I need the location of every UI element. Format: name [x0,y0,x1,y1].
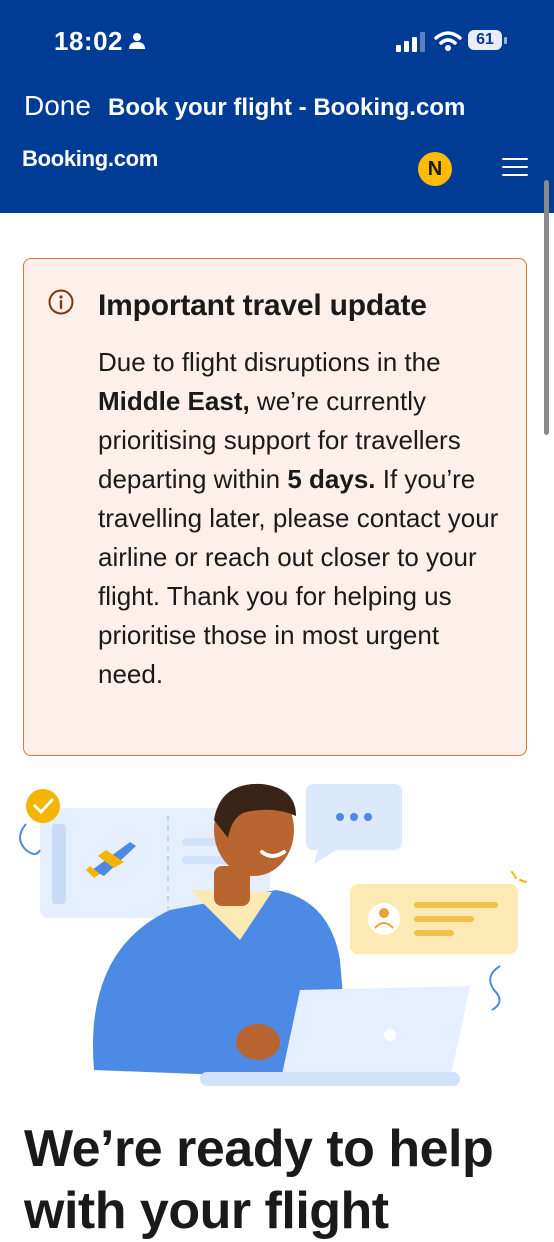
battery-tip [504,37,507,44]
browser-bar: Done Book your flight - Booking.com [0,78,554,134]
chat-bubble-icon [306,784,402,864]
alert-title: Important travel update [98,289,427,322]
status-bar: 18:02 61 [0,0,554,78]
done-button[interactable]: Done [24,90,91,122]
profile-card-icon [350,884,518,954]
alert-text: If you’re travelling later, please conta… [98,464,499,689]
alert-body: Due to flight disruptions in the Middle … [98,343,508,694]
info-icon [48,289,74,315]
page-title: Book your flight - Booking.com [108,94,466,121]
travel-update-alert: Important travel update Due to flight di… [23,258,527,756]
support-agent-illustration [19,783,527,1086]
alert-bold-days: 5 days. [287,464,376,494]
menu-icon[interactable] [502,158,528,180]
account-avatar[interactable]: N [418,152,452,186]
page-scrollbar[interactable] [544,180,549,435]
site-header: Booking.com N [0,134,554,213]
signal-icon [396,32,425,52]
alert-text: Due to flight disruptions in the [98,347,441,377]
battery-level: 61 [468,30,502,50]
status-time: 18:02 [54,26,123,56]
hero-heading: We’re ready to help with your flight [24,1120,494,1240]
checkmark-icon [26,789,60,823]
person-icon [129,33,145,49]
battery-icon: 61 [468,30,508,52]
wifi-icon [434,31,462,51]
booking-logo[interactable]: Booking.com [22,146,158,172]
alert-bold-region: Middle East, [98,386,250,416]
